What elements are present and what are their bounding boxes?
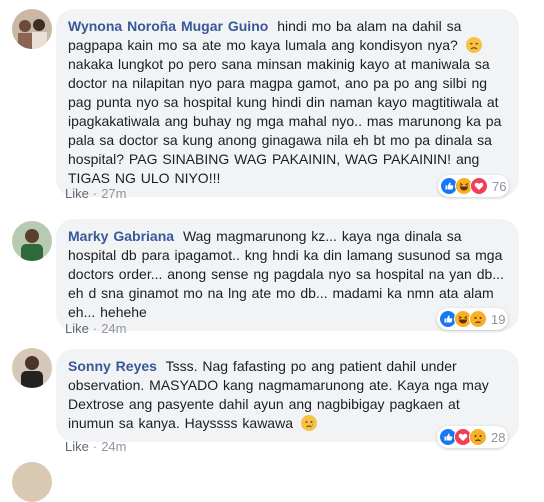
reaction-summary[interactable]: 76 (438, 175, 509, 197)
comment-text-continued: nakaka lungkot po pero sana minsan makin… (68, 56, 502, 186)
reaction-count: 19 (491, 311, 506, 327)
reaction-summary[interactable]: 19 (437, 308, 508, 330)
like-button[interactable]: Like (65, 321, 89, 336)
separator-dot: · (92, 439, 98, 454)
comment-actions: Like · 24m (65, 321, 127, 336)
like-button[interactable]: Like (65, 186, 89, 201)
love-icon (470, 177, 488, 195)
like-button[interactable]: Like (65, 439, 89, 454)
avatar[interactable] (12, 348, 52, 388)
disappointed-emoji-icon (465, 37, 482, 53)
comment-timestamp[interactable]: 24m (101, 321, 126, 336)
separator-dot: · (92, 186, 98, 201)
sad-tear-emoji-icon (300, 415, 317, 431)
separator-dot: · (92, 321, 98, 336)
comment-timestamp[interactable]: 24m (101, 439, 126, 454)
reaction-count: 76 (492, 178, 507, 194)
comment-actions: Like · 24m (65, 439, 127, 454)
sad-icon (469, 428, 487, 446)
comment-author[interactable]: Sonny Reyes (68, 358, 157, 374)
avatar[interactable] (12, 9, 52, 49)
comment-author[interactable]: Wynona Noroña Mugar Guino (68, 18, 268, 34)
reaction-summary[interactable]: 28 (437, 426, 508, 448)
comment-bubble: Wynona Noroña Mugar Guino hindi mo ba al… (56, 9, 519, 197)
comment-actions: Like · 27m (65, 186, 127, 201)
avatar[interactable] (12, 221, 52, 261)
comment-timestamp[interactable]: 27m (101, 186, 126, 201)
sad-icon (469, 310, 487, 328)
avatar[interactable] (12, 462, 52, 502)
reaction-count: 28 (491, 429, 506, 445)
comment-author[interactable]: Marky Gabriana (68, 228, 174, 244)
